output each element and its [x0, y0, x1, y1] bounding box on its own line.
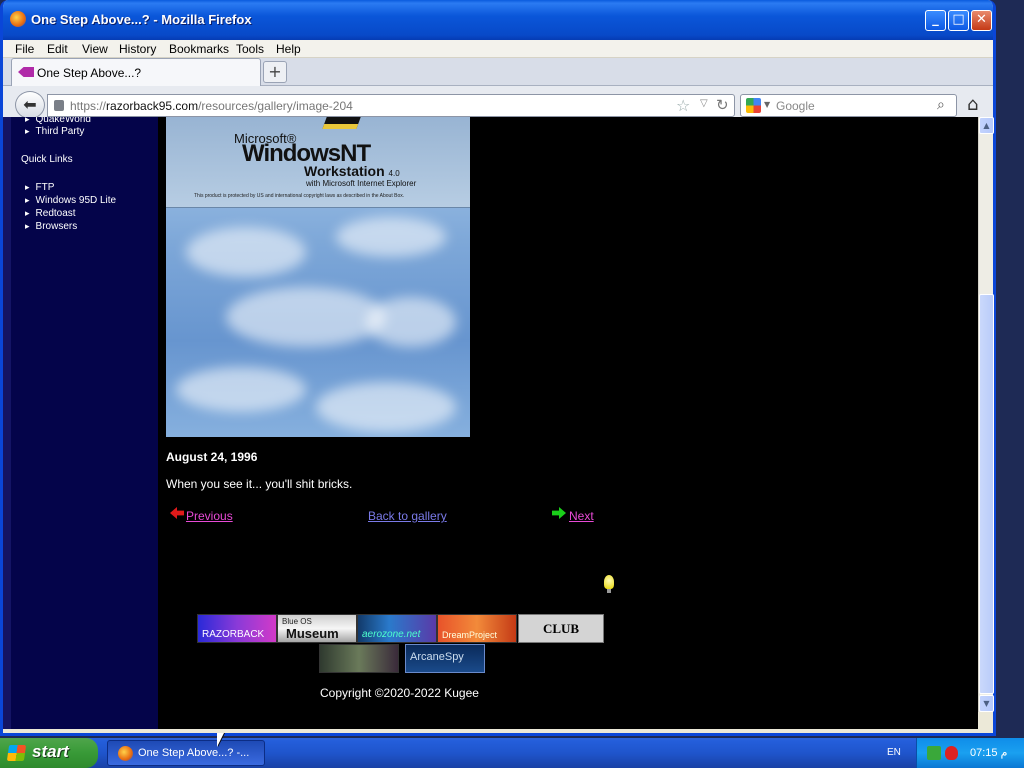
menu-file[interactable]: File [15, 42, 34, 56]
menu-help[interactable]: Help [276, 42, 301, 56]
minimize-button[interactable]: _ [925, 10, 946, 31]
bookmark-star-icon[interactable]: ☆ [676, 96, 690, 115]
back-button[interactable]: ⬅ [15, 91, 45, 119]
new-tab-button[interactable]: + [263, 61, 287, 83]
previous-arrow-icon[interactable] [170, 507, 184, 519]
security-shield-icon[interactable] [945, 746, 958, 760]
lock-icon [54, 100, 64, 111]
windows-logo-icon [6, 745, 27, 761]
reload-icon[interactable]: ↻ [716, 96, 729, 114]
url-bar[interactable]: https://razorback95.com/resources/galler… [47, 94, 735, 117]
sidebar-item-windows-95d-lite[interactable]: Windows 95D Lite [25, 195, 117, 206]
banner-dreamproject[interactable]: DreamProject [437, 614, 517, 643]
site-favicon-icon [18, 67, 34, 77]
vertical-scrollbar[interactable]: ▲ ▼ [978, 117, 994, 712]
google-engine-icon[interactable] [746, 98, 761, 113]
start-label: start [32, 742, 69, 761]
sidebar-item-redtoast[interactable]: Redtoast [25, 208, 76, 219]
network-icon[interactable] [927, 746, 941, 760]
copyright-text: Copyright ©2020-2022 Kugee [320, 686, 479, 700]
close-button[interactable]: ✕ [971, 10, 992, 31]
back-arrow-icon: ⬅ [23, 95, 37, 114]
search-bar[interactable]: ▼ Google ⌕ [740, 94, 957, 117]
search-placeholder: Google [776, 99, 815, 113]
maximize-button[interactable]: □ [948, 10, 969, 31]
scroll-thumb[interactable] [979, 294, 994, 694]
url-text: https://razorback95.com/resources/galler… [70, 99, 353, 113]
menu-history[interactable]: History [119, 42, 156, 56]
magnifier-icon[interactable]: ⌕ [937, 97, 945, 113]
firefox-icon [10, 11, 26, 27]
banner-aerozone[interactable]: aerozone.net [357, 614, 437, 643]
mouse-cursor-icon [217, 733, 224, 747]
language-indicator[interactable]: EN [887, 747, 901, 758]
taskbar: start One Step Above...? -... EN 07:15 م [0, 738, 1024, 768]
windows-flag-icon [322, 117, 364, 129]
taskbar-firefox-button[interactable]: One Step Above...? -... [107, 740, 265, 766]
box-header: Microsoft® WindowsNT Workstation 4.0 wit… [166, 117, 470, 208]
menu-bookmarks[interactable]: Bookmarks [169, 42, 229, 56]
previous-link[interactable]: Previous [186, 509, 233, 523]
menu-view[interactable]: View [82, 42, 108, 56]
post-date: August 24, 1996 [166, 450, 258, 464]
engine-dropdown-icon[interactable]: ▼ [764, 100, 770, 109]
clock[interactable]: 07:15 م [970, 746, 1007, 759]
gallery-image: Microsoft® WindowsNT Workstation 4.0 wit… [166, 117, 470, 437]
scroll-up-icon[interactable]: ▲ [979, 117, 994, 134]
banner-arcanespy[interactable]: ArcaneSpy [405, 644, 485, 673]
page-viewport: QuakeWorld Third Party Quick Links FTP W… [3, 117, 978, 729]
tab-label: One Step Above...? [37, 66, 142, 80]
menu-edit[interactable]: Edit [47, 42, 68, 56]
title-bar[interactable]: One Step Above...? - Mozilla Firefox _ □… [3, 0, 993, 40]
sidebar-item-browsers[interactable]: Browsers [25, 221, 78, 232]
post-caption: When you see it... you'll shit bricks. [166, 477, 353, 491]
scroll-down-icon[interactable]: ▼ [979, 695, 994, 712]
menu-bar: File Edit View History Bookmarks Tools H… [3, 40, 993, 58]
sidebar-item-quakeworld[interactable]: QuakeWorld [25, 117, 91, 125]
system-tray: 07:15 م [916, 738, 1024, 768]
window-title: One Step Above...? - Mozilla Firefox [31, 12, 252, 27]
sidebar-item-third-party[interactable]: Third Party [25, 126, 85, 137]
banner-razorback[interactable]: RAZORBACK [197, 614, 277, 643]
banner-blue-os-museum[interactable]: Blue OS Museum [277, 614, 357, 643]
quick-links-heading: Quick Links [21, 154, 73, 165]
tab-strip: One Step Above...? + [3, 58, 993, 86]
home-icon[interactable]: ⌂ [967, 94, 978, 115]
next-link[interactable]: Next [569, 509, 594, 523]
firefox-icon [118, 746, 133, 761]
tab-one-step-above[interactable]: One Step Above...? [11, 58, 261, 86]
banner-club[interactable]: CLUB [518, 614, 604, 643]
start-button[interactable]: start [0, 738, 98, 768]
taskbar-button-label: One Step Above...? -... [138, 747, 250, 759]
sidebar-item-ftp[interactable]: FTP [25, 182, 55, 193]
sidebar: QuakeWorld Third Party Quick Links FTP W… [3, 117, 158, 729]
next-arrow-icon[interactable] [552, 507, 566, 519]
url-dropdown-icon[interactable]: ▽ [700, 98, 708, 109]
menu-tools[interactable]: Tools [236, 42, 264, 56]
back-to-gallery-link[interactable]: Back to gallery [368, 509, 447, 523]
banner-image-badge[interactable] [319, 644, 399, 673]
lightbulb-icon[interactable] [604, 575, 614, 593]
